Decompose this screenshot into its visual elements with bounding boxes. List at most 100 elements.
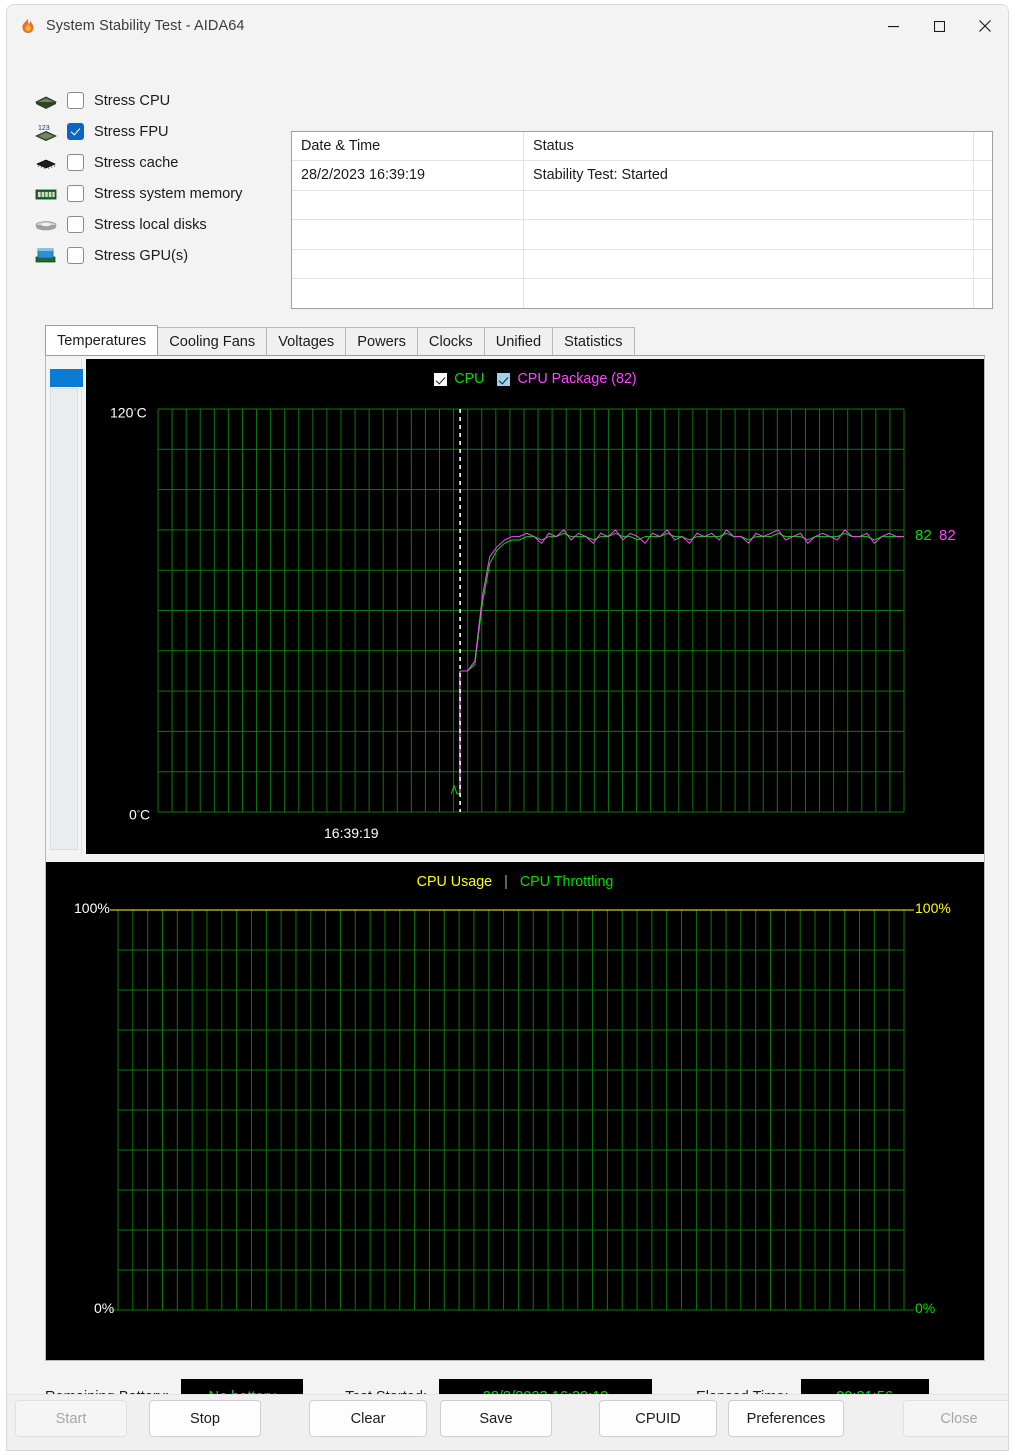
cpuid-button[interactable]: CPUID — [599, 1400, 717, 1437]
temp-marker-time-label: 16:39:19 — [324, 825, 379, 841]
save-button[interactable]: Save — [440, 1400, 552, 1437]
legend-cpu-package-checkbox[interactable] — [496, 371, 512, 387]
cell-status: Stability Test: Started — [533, 167, 668, 184]
tab-label: Powers — [357, 333, 406, 350]
stress-memory-label: Stress system memory — [94, 185, 243, 202]
stop-button[interactable]: Stop — [149, 1400, 261, 1437]
usage-chart-legend: CPU Usage | CPU Throttling — [46, 874, 984, 890]
column-header-status: Status — [533, 138, 574, 154]
temp-axis-max-value: 120 — [110, 404, 134, 421]
usage-axis-min-right-label: 0% — [915, 1300, 936, 1316]
table-header-row: Date & Time Status — [292, 132, 992, 162]
cell-datetime: 28/2/2023 16:39:19 — [301, 167, 426, 184]
preferences-button[interactable]: Preferences — [728, 1400, 844, 1437]
usage-chart-grid — [110, 909, 914, 1311]
stress-fpu-checkbox[interactable] — [67, 123, 84, 140]
tab-label: Cooling Fans — [169, 333, 256, 350]
stress-option-cache[interactable]: Stress cache — [33, 147, 283, 178]
flame-icon — [19, 18, 36, 35]
stress-gpu-checkbox[interactable] — [67, 247, 84, 264]
stress-option-disks[interactable]: Stress local disks — [33, 209, 283, 240]
table-row[interactable] — [292, 190, 992, 221]
legend-cpu-label: CPU — [454, 371, 485, 387]
temp-axis-min-unit: C — [140, 806, 151, 823]
table-row[interactable] — [292, 249, 992, 279]
fpu-chip-icon: 123 — [33, 122, 59, 142]
table-row[interactable] — [292, 220, 992, 250]
legend-cpu-package-label: CPU Package (82) — [517, 371, 637, 387]
stress-option-gpu[interactable]: Stress GPU(s) — [33, 240, 283, 271]
button-bar: Start Stop Clear Save CPUID Preferences … — [7, 1394, 1008, 1450]
legend-cpu-usage-label: CPU Usage — [416, 874, 493, 890]
table-row[interactable] — [292, 278, 992, 308]
close-footer-button[interactable]: Close — [903, 1400, 1008, 1437]
maximize-button[interactable] — [916, 5, 962, 47]
temp-axis-min-label: 0◦C — [129, 806, 151, 823]
temperature-chart-legend: CPU CPU Package (82) — [86, 371, 984, 387]
tab-voltages[interactable]: Voltages — [266, 327, 347, 355]
cache-chip-icon — [33, 153, 59, 173]
stress-option-fpu[interactable]: 123 Stress FPU — [33, 116, 283, 147]
minimize-button[interactable] — [870, 5, 916, 47]
tab-cooling-fans[interactable]: Cooling Fans — [157, 327, 268, 355]
legend-item-cpu-package[interactable]: CPU Package (82) — [496, 371, 637, 387]
temp-axis-max-label: 120◦C — [110, 404, 147, 421]
stress-cache-label: Stress cache — [94, 154, 179, 171]
table-row[interactable]: 28/2/2023 16:39:19 Stability Test: Start… — [292, 161, 992, 191]
svg-text:123: 123 — [38, 125, 50, 132]
scrollbar-thumb[interactable] — [50, 369, 83, 387]
legend-cpu-checkbox[interactable] — [433, 371, 449, 387]
stress-memory-checkbox[interactable] — [67, 185, 84, 202]
tab-bar: Temperatures Cooling Fans Voltages Power… — [45, 325, 635, 355]
temperature-chart[interactable]: CPU CPU Package (82) 120◦C 0◦C 16:39:19 … — [86, 359, 984, 854]
stress-cpu-label: Stress CPU — [94, 92, 171, 109]
stress-gpu-label: Stress GPU(s) — [94, 247, 189, 264]
chart-vertical-scrollbar[interactable] — [46, 359, 83, 854]
window-title: System Stability Test - AIDA64 — [46, 18, 245, 34]
stress-fpu-label: Stress FPU — [94, 123, 169, 140]
start-button[interactable]: Start — [15, 1400, 127, 1437]
memory-module-icon — [33, 184, 59, 204]
tab-label: Temperatures — [57, 332, 147, 349]
column-header-datetime: Date & Time — [301, 138, 381, 154]
temperature-chart-grid — [157, 408, 905, 813]
tab-powers[interactable]: Powers — [345, 327, 418, 355]
app-window: System Stability Test - AIDA64 Stress CP… — [6, 4, 1009, 1451]
tab-unified[interactable]: Unified — [483, 327, 554, 355]
temp-end-value-cpu: 82 — [915, 527, 932, 544]
stress-option-cpu[interactable]: Stress CPU — [33, 85, 283, 116]
temp-end-value-package: 82 — [939, 527, 956, 544]
cpu-chip-icon — [33, 91, 59, 111]
tab-label: Clocks — [428, 333, 473, 350]
usage-axis-max-right-label: 100% — [915, 900, 951, 916]
tab-label: Statistics — [564, 333, 623, 350]
stress-disks-label: Stress local disks — [94, 216, 207, 233]
usage-axis-max-left-label: 100% — [74, 900, 110, 916]
temp-axis-min-value: 0 — [129, 806, 137, 823]
stress-disks-checkbox[interactable] — [67, 216, 84, 233]
clear-button[interactable]: Clear — [309, 1400, 427, 1437]
gpu-card-icon — [33, 246, 59, 266]
tab-temperatures[interactable]: Temperatures — [45, 325, 159, 355]
legend-cpu-throttling-label: CPU Throttling — [519, 874, 614, 890]
usage-axis-min-left-label: 0% — [94, 1300, 115, 1316]
stress-options-panel: Stress CPU 123 Stress FPU Stress cache S… — [33, 85, 283, 271]
tab-clocks[interactable]: Clocks — [416, 327, 485, 355]
status-log-table[interactable]: Date & Time Status 28/2/2023 16:39:19 St… — [291, 131, 993, 309]
stress-cache-checkbox[interactable] — [67, 154, 84, 171]
stress-option-memory[interactable]: Stress system memory — [33, 178, 283, 209]
temp-axis-max-unit: C — [136, 404, 147, 421]
legend-separator: | — [504, 874, 508, 890]
tab-statistics[interactable]: Statistics — [552, 327, 635, 355]
tab-label: Voltages — [278, 333, 335, 350]
window-controls — [870, 5, 1008, 47]
scrollbar-track[interactable] — [50, 388, 78, 850]
column-header-extra — [974, 132, 992, 160]
client-area: Stress CPU 123 Stress FPU Stress cache S… — [7, 47, 1008, 1450]
close-button[interactable] — [962, 5, 1008, 47]
cpu-usage-chart[interactable]: CPU Usage | CPU Throttling 100% 0% 100% … — [46, 862, 984, 1360]
stress-cpu-checkbox[interactable] — [67, 92, 84, 109]
hard-disk-icon — [33, 215, 59, 235]
legend-item-cpu[interactable]: CPU — [433, 371, 484, 387]
title-bar: System Stability Test - AIDA64 — [7, 5, 1008, 47]
